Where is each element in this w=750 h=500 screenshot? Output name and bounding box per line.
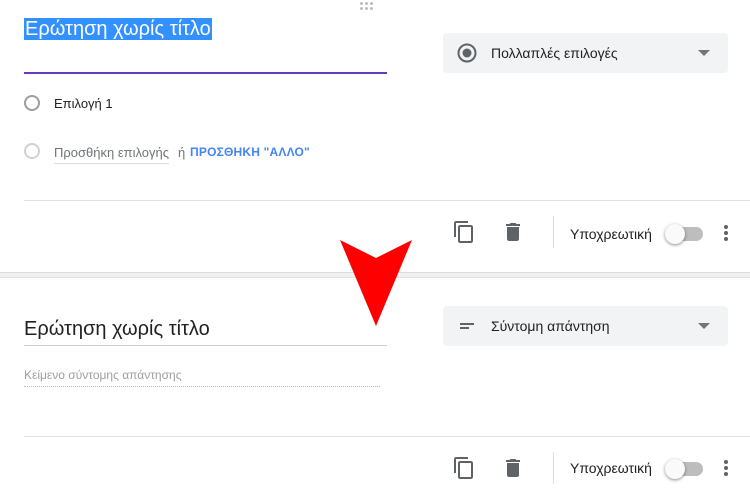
or-text: ή [178, 145, 186, 160]
footer-divider [24, 200, 750, 201]
duplicate-icon[interactable] [452, 456, 476, 480]
required-toggle[interactable] [665, 459, 703, 479]
required-label: Υποχρεωτική [570, 226, 652, 242]
question-type-dropdown[interactable]: Πολλαπλές επιλογές [443, 33, 728, 73]
short-text-icon [457, 316, 477, 336]
toggle-thumb [665, 459, 685, 479]
required-label: Υποχρεωτική [570, 460, 652, 476]
question-card-1[interactable]: Ερώτηση χωρίς τίτλο Πολλαπλές επιλογές Ε… [0, 0, 750, 272]
radio-checked-icon [457, 43, 477, 63]
annotation-arrow-icon [340, 240, 412, 326]
question-title-input[interactable]: Ερώτηση χωρίς τίτλο [24, 18, 212, 41]
question-title-underline [24, 72, 387, 74]
add-other-button[interactable]: ΠΡΟΣΘΗΚΗ "ΑΛΛΟ" [190, 145, 310, 159]
short-answer-placeholder: Κείμενο σύντομης απάντησης [24, 368, 380, 387]
add-option-radio-icon [24, 143, 40, 159]
option-label-input[interactable]: Επιλογή 1 [54, 96, 113, 111]
option-radio-icon [24, 95, 40, 111]
footer-divider [24, 436, 750, 437]
question-title-underline [24, 345, 387, 346]
delete-icon[interactable] [501, 456, 525, 480]
more-options-icon[interactable] [720, 223, 732, 243]
question-title-input[interactable]: Ερώτηση χωρίς τίτλο [24, 318, 210, 341]
duplicate-icon[interactable] [452, 220, 476, 244]
question-type-dropdown[interactable]: Σύντομη απάντηση [443, 306, 728, 346]
chevron-down-icon [698, 323, 710, 329]
required-toggle[interactable] [665, 224, 703, 244]
add-option-input[interactable]: Προσθήκη επιλογής [54, 145, 170, 164]
question-type-label: Πολλαπλές επιλογές [491, 45, 618, 61]
delete-icon[interactable] [501, 220, 525, 244]
footer-separator [553, 216, 554, 248]
toggle-thumb [665, 224, 685, 244]
question-title-text: Ερώτηση χωρίς τίτλο [24, 18, 212, 40]
drag-handle-icon[interactable] [360, 2, 376, 12]
footer-separator [553, 452, 554, 484]
question-type-label: Σύντομη απάντηση [491, 318, 610, 334]
more-options-icon[interactable] [720, 458, 732, 478]
chevron-down-icon [698, 50, 710, 56]
